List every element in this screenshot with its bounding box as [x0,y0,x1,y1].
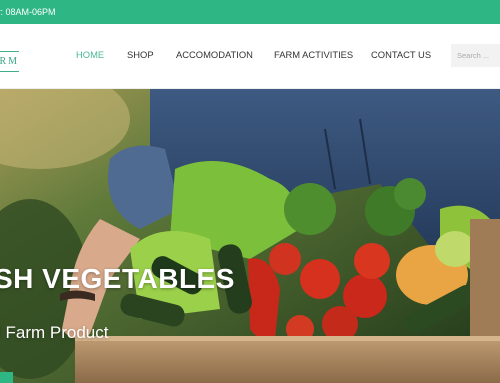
opening-hours-text: y: 08AM-06PM [0,7,56,17]
nav-home[interactable]: HOME [76,24,104,88]
hero-subtitle: l Farm Product [0,323,109,342]
hero-banner: SH VEGETABLES l Farm Product [0,89,500,383]
nav-farm-activities[interactable]: FARM ACTIVITIES [274,24,353,88]
hero-title: SH VEGETABLES [0,263,235,294]
site-header: RM HOME SHOP ACCOMODATION FARM ACTIVITIE… [0,24,500,89]
search-input[interactable] [451,44,500,67]
top-info-bar: y: 08AM-06PM [0,0,500,24]
hero-cta-button[interactable] [0,372,13,383]
nav-contact-us[interactable]: CONTACT US [371,24,431,88]
site-logo[interactable]: RM [0,51,19,72]
nav-accomodation[interactable]: ACCOMODATION [176,24,253,88]
nav-shop[interactable]: SHOP [127,24,154,88]
